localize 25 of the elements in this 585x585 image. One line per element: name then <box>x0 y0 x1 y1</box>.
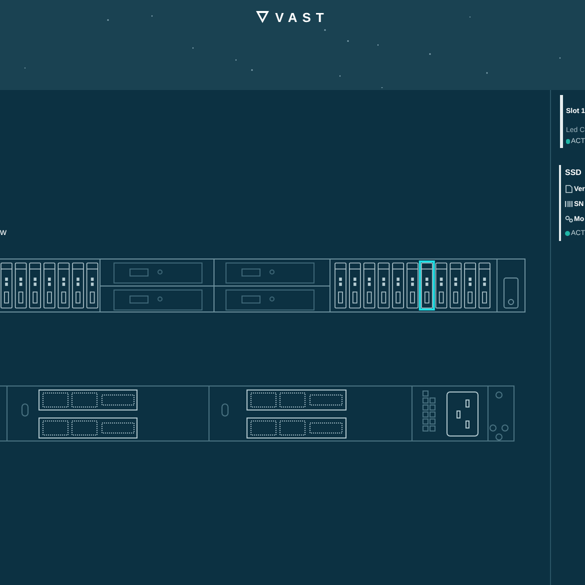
gears-icon <box>565 215 573 223</box>
drive-bay[interactable] <box>0 262 12 308</box>
drive-bay[interactable] <box>334 262 346 308</box>
ssd-title: SSD <box>565 169 582 177</box>
barcode-icon <box>565 200 573 208</box>
drive-bay[interactable] <box>392 262 404 308</box>
drive-bay[interactable] <box>58 262 70 308</box>
drive-bay[interactable] <box>478 262 490 308</box>
drive-bay[interactable] <box>363 262 376 308</box>
document-icon <box>565 185 573 193</box>
drive-bay[interactable] <box>44 262 56 308</box>
front-view-label: w <box>0 228 8 239</box>
logo-text: VAST <box>275 10 329 24</box>
drive-bay[interactable] <box>435 262 448 308</box>
drive-bay[interactable] <box>86 262 98 308</box>
drive-bay[interactable] <box>349 262 361 308</box>
drive-bay[interactable] <box>464 262 476 308</box>
drive-bay[interactable] <box>378 262 390 308</box>
drive-bay[interactable] <box>72 262 84 308</box>
drive-bay[interactable] <box>418 260 435 310</box>
logo-icon <box>256 11 270 23</box>
drive-bay[interactable] <box>450 262 462 308</box>
drive-bay[interactable] <box>14 262 27 308</box>
drive-bay[interactable] <box>406 262 418 308</box>
drive-bay[interactable] <box>29 262 41 308</box>
